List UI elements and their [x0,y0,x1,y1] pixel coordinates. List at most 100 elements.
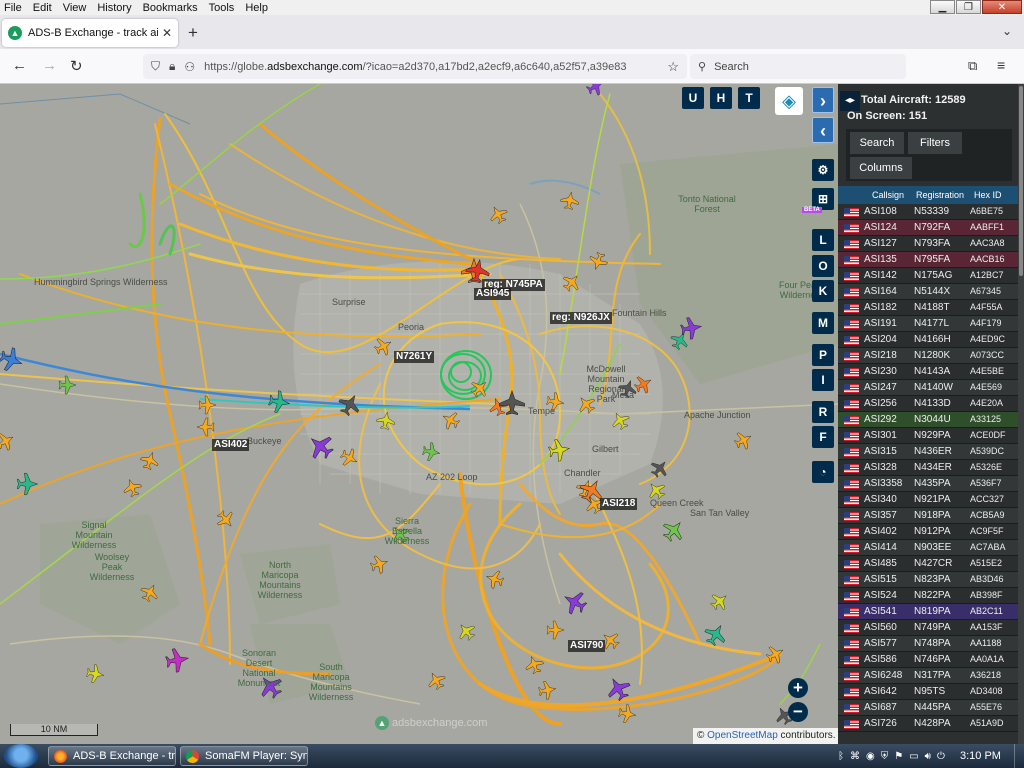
forward-arrow-icon[interactable]: → [42,57,57,74]
search-button[interactable]: Search [850,132,904,154]
column-callsign[interactable]: Callsign [872,190,904,200]
new-tab-button[interactable]: + [188,23,198,43]
url-bar[interactable]: ⛉ 🔒︎ ⚇ https://globe.adsbexchange.com/?i… [143,54,687,79]
table-row[interactable]: ASI135 N795FA AACB16 [838,252,1024,268]
search-bar[interactable]: ⚲ Search [690,54,906,79]
table-row[interactable]: ASI642 N95TS AD3408 [838,684,1024,700]
table-row[interactable]: ASI256 N4133D A4E20A [838,396,1024,412]
table-row[interactable]: ASI414 N903EE AC7ABA [838,540,1024,556]
columns-button[interactable]: Columns [850,157,912,179]
menu-help[interactable]: Help [245,2,268,14]
back-arrow-icon[interactable]: ← [12,57,27,74]
start-button[interactable] [4,744,38,768]
table-row[interactable]: ASI524 N822PA AB398F [838,588,1024,604]
table-row[interactable]: ASI124 N792FA AABFF1 [838,220,1024,236]
table-row[interactable]: ASI204 N4166H A4ED9C [838,332,1024,348]
tab-adsb[interactable]: ▲ ADS-B Exchange - track aircraft ✕ [2,19,178,47]
tracking-shield-icon[interactable]: ⛉ [151,59,160,74]
table-row[interactable]: ASI357 N918PA ACB5A9 [838,508,1024,524]
layers-icon[interactable]: ◈ [775,87,803,115]
replay-icon[interactable]: ◔ [812,461,834,483]
toggle-h-button[interactable]: H [710,87,732,109]
toggle-p-button[interactable]: P [812,344,834,366]
extensions-icon[interactable]: ⧉ [968,58,977,74]
table-row[interactable]: ASI726 N428PA A51A9D [838,716,1024,732]
app-menu-icon[interactable]: ≡ [997,57,1005,73]
table-row[interactable]: ASI340 N921PA ACC327 [838,492,1024,508]
bluetooth-icon[interactable]: ᛒ [838,751,844,762]
close-tab-icon[interactable]: ✕ [162,26,172,40]
network-icon[interactable]: ⌘ [850,751,860,762]
table-row[interactable]: ASI191 N4177L A4F179 [838,316,1024,332]
scrollbar-thumb[interactable] [1019,86,1023,276]
bookmark-star-icon[interactable]: ☆ [667,59,679,75]
toggle-k-button[interactable]: K [812,280,834,302]
minimize-button[interactable]: ▁ [930,0,955,14]
map-view[interactable]: Hummingbird Springs Wilderness Surprise … [0,84,838,744]
table-row[interactable]: ASI328 N434ER A5326E [838,460,1024,476]
zoom-in-button[interactable]: + [788,678,808,698]
column-registration[interactable]: Registration [916,190,964,200]
steam-icon[interactable]: ◉ [866,751,875,762]
power-icon[interactable]: ⏻ [937,751,945,762]
filters-button[interactable]: Filters [908,132,962,154]
toggle-l-button[interactable]: L [812,229,834,251]
menu-file[interactable]: File [4,2,22,14]
table-row[interactable]: ASI6248 N317PA A36218 [838,668,1024,684]
table-row[interactable]: ASI586 N746PA AA0A1A [838,652,1024,668]
table-row[interactable]: ASI3358 N435PA A536F7 [838,476,1024,492]
toggle-u-button[interactable]: U [682,87,704,109]
toggle-f-button[interactable]: F [812,426,834,448]
maximize-button[interactable]: ❐ [956,0,981,14]
taskbar-firefox[interactable]: ADS-B Exchange - tr... [48,746,176,766]
table-row[interactable]: ASI182 N4188T A4F55A [838,300,1024,316]
shrink-sidebar-button[interactable]: ‹ [812,117,834,143]
toggle-i-button[interactable]: I [812,369,834,391]
aircraft-label-n7261y[interactable]: N7261Y [394,351,435,363]
column-hex-id[interactable]: Hex ID [974,190,1002,200]
sidebar-scrollbar[interactable] [1018,84,1024,744]
table-row[interactable]: ASI687 N445PA A55E76 [838,700,1024,716]
table-row[interactable]: ASI127 N793FA AAC3A8 [838,236,1024,252]
toggle-t-button[interactable]: T [738,87,760,109]
menu-tools[interactable]: Tools [209,2,235,14]
shield-icon[interactable]: ⛨ [881,751,889,762]
table-row[interactable]: ASI402 N912PA AC9F5F [838,524,1024,540]
table-row[interactable]: ASI230 N4143A A4E5BE [838,364,1024,380]
table-row[interactable]: ASI218 N1280K A073CC [838,348,1024,364]
aircraft-label-asi945[interactable]: ASI945 [474,288,512,300]
flag-icon[interactable]: ⚑ [894,751,903,762]
table-row[interactable]: ASI142 N175AG A12BC7 [838,268,1024,284]
openstreetmap-link[interactable]: OpenStreetMap [707,730,778,741]
toggle-r-button[interactable]: R [812,401,834,423]
menu-history[interactable]: History [97,2,131,14]
permissions-icon[interactable]: ⚇ [184,60,195,74]
monitor-icon[interactable]: ▭ [909,751,918,762]
close-window-button[interactable]: ✕ [982,0,1022,14]
zoom-out-button[interactable]: − [788,702,808,722]
clock[interactable]: 3:10 PM [960,750,1001,762]
table-row[interactable]: ASI247 N4140W A4E569 [838,380,1024,396]
table-row[interactable]: ASI108 N53339 A6BE75 [838,204,1024,220]
menu-bookmarks[interactable]: Bookmarks [143,2,198,14]
lock-icon[interactable]: 🔒︎ [169,59,175,74]
aircraft-label-n926jx[interactable]: reg: N926JX [550,312,612,324]
table-row[interactable]: ASI315 N436ER A539DC [838,444,1024,460]
show-desktop-button[interactable] [1014,744,1024,768]
table-row[interactable]: ASI541 N819PA AB2C11 [838,604,1024,620]
menu-edit[interactable]: Edit [33,2,52,14]
aircraft-label-asi790[interactable]: ASI790 [568,640,606,652]
reload-icon[interactable]: ↻ [70,57,83,75]
expand-sidebar-button[interactable]: › [812,87,834,113]
list-tabs-icon[interactable]: ⌄ [1002,24,1012,38]
table-row[interactable]: ASI292 N3044U A33125 [838,412,1024,428]
volume-icon[interactable]: 🔊︎ [925,751,931,762]
table-row[interactable]: ASI560 N749PA AA153F [838,620,1024,636]
toggle-o-button[interactable]: O [812,255,834,277]
aircraft-label-asi402[interactable]: ASI402 [212,439,250,451]
table-row[interactable]: ASI515 N823PA AB3D46 [838,572,1024,588]
table-row[interactable]: ASI301 N929PA ACE0DF [838,428,1024,444]
toggle-m-button[interactable]: M [812,312,834,334]
url-text[interactable]: https://globe.adsbexchange.com/?icao=a2d… [204,61,659,73]
menu-view[interactable]: View [63,2,87,14]
